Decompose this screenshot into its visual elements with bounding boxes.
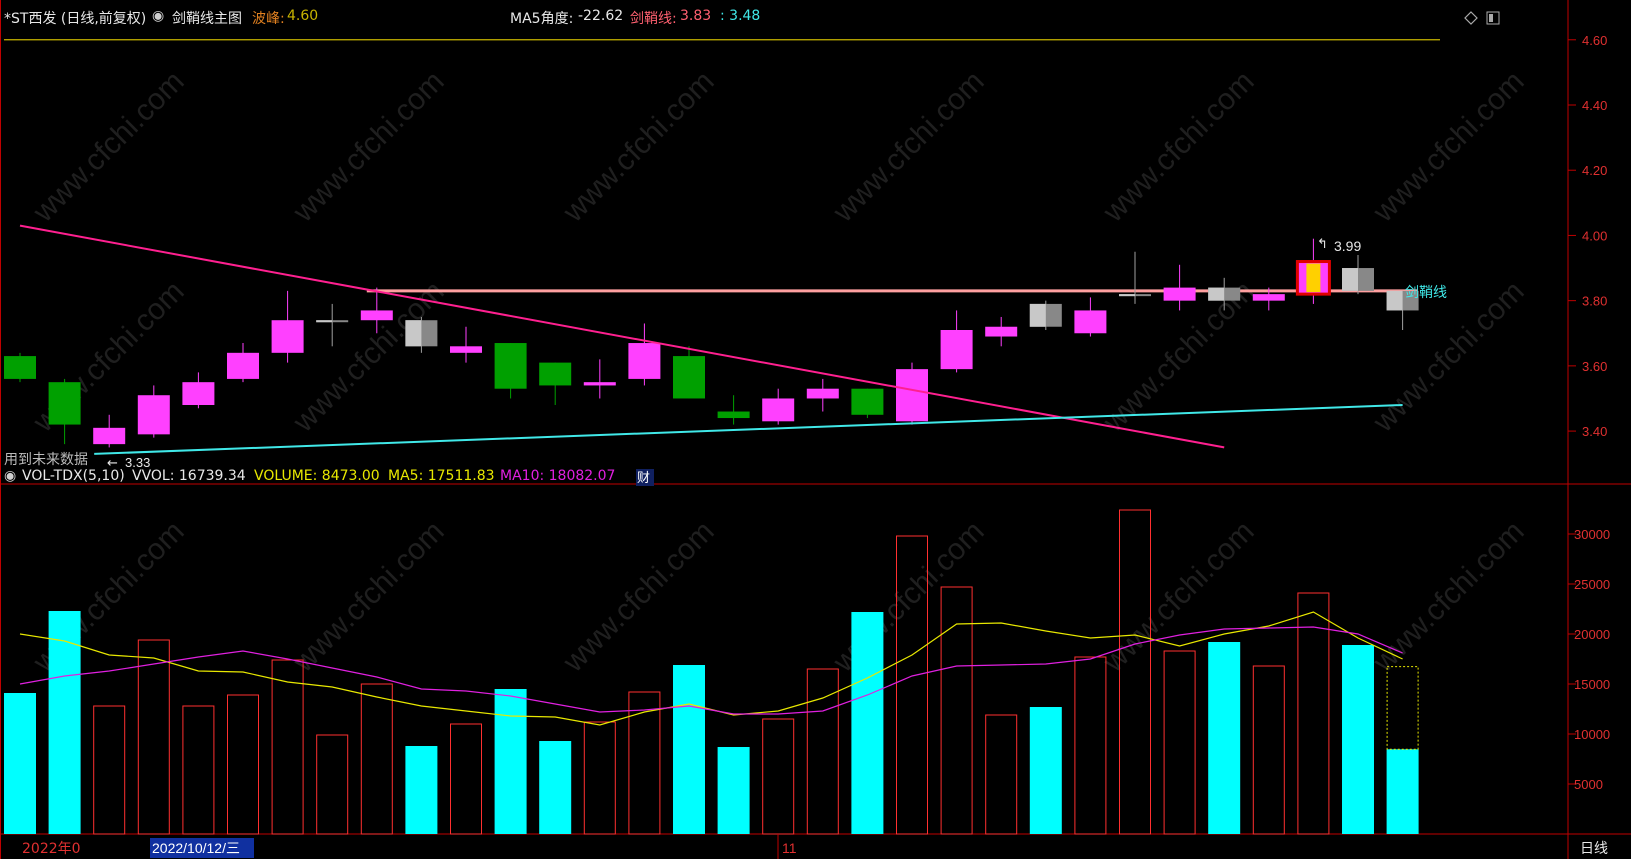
volume-bar (628, 691, 661, 835)
price-axis-label: 4.40 (1582, 98, 1607, 113)
volume-bar (1342, 645, 1374, 834)
volume-bar (494, 689, 527, 834)
price-axis-label: 3.80 (1582, 294, 1607, 309)
volume-bar (985, 714, 1018, 835)
candle-body (182, 382, 215, 405)
volume-bar (762, 718, 795, 835)
volume-bar (1252, 665, 1285, 835)
candle-highlight (1342, 268, 1358, 291)
volume-axis-label: 10000 (1574, 727, 1610, 742)
candle-highlight (1029, 303, 1046, 327)
candle-body (271, 320, 304, 353)
volume-bar (851, 612, 884, 834)
candle-body (1252, 294, 1285, 301)
candle-body (360, 310, 393, 321)
volume-bar (316, 734, 349, 835)
candle-body (450, 346, 482, 353)
downtrend-line (19, 224, 1225, 449)
volume-bar (539, 741, 572, 834)
candle-highlight (1386, 290, 1403, 311)
candle-body (93, 427, 126, 445)
candle-body (1163, 287, 1196, 301)
volume-bar (227, 694, 259, 835)
volume-bar (360, 683, 393, 835)
finance-marker[interactable]: 财 (637, 471, 650, 486)
volume-bar (1208, 642, 1241, 834)
candle-body (985, 326, 1018, 337)
candle-body (227, 352, 259, 379)
volume-bar (137, 639, 170, 835)
candle-highlight (1208, 287, 1225, 301)
price-axis: 4.60 4.40 4.20 4.00 3.80 3.60 3.40 30000 25000 20… (1568, 33, 1610, 792)
candle-body (137, 395, 170, 435)
period-button[interactable]: 日线 (1580, 841, 1608, 857)
price-panel[interactable] (4, 39, 1440, 455)
candle-body (539, 362, 572, 386)
volume-axis-label: 20000 (1574, 627, 1610, 642)
volume-axis-label: 30000 (1574, 527, 1610, 542)
candle-body (628, 343, 661, 379)
candle-highlight (1119, 294, 1135, 297)
candle-body (896, 369, 928, 422)
price-axis-label: 4.20 (1582, 163, 1607, 178)
stock-chart[interactable]: 4.60 4.40 4.20 4.00 3.80 3.60 3.40 30000 25000 20… (0, 0, 1631, 859)
volume-axis-label: 5000 (1574, 777, 1603, 792)
volume-bar (450, 723, 482, 835)
high-arrow-icon: ↰ (1317, 237, 1328, 252)
volume-bar (583, 721, 616, 835)
candle-body (583, 382, 616, 386)
price-axis-label: 4.60 (1582, 33, 1607, 48)
candle-body (4, 356, 36, 379)
price-axis-label: 4.00 (1582, 228, 1607, 243)
candle-body (851, 388, 884, 415)
volume-bar (1119, 509, 1151, 835)
candle-body (806, 388, 839, 399)
date-cursor-label[interactable]: 2022/10/12/三 (152, 840, 240, 856)
volume-bar (405, 746, 438, 834)
timeline-month-label: 11 (782, 840, 797, 856)
sword-line-label: 剑鞘线 (1405, 285, 1447, 301)
volume-bar (896, 535, 928, 835)
timeline-year-label: 2022年0 (22, 841, 81, 857)
peak-candle-highlight (1306, 263, 1321, 293)
volume-bar (93, 705, 126, 835)
volume-bar (1074, 656, 1107, 835)
low-marker-label: 3.33 (125, 455, 150, 470)
candle-body (48, 382, 81, 425)
candle-body (717, 411, 750, 419)
volume-axis-label: 15000 (1574, 677, 1610, 692)
volume-bar (1163, 650, 1196, 835)
volume-bar (1029, 707, 1062, 834)
high-marker-label: 3.99 (1334, 238, 1361, 254)
price-axis-label: 3.60 (1582, 359, 1607, 374)
volume-bar (673, 665, 705, 834)
candle-body (762, 398, 795, 422)
price-axis-label: 3.40 (1582, 424, 1607, 439)
volume-bar (271, 659, 304, 835)
candle-body (1074, 310, 1107, 334)
volume-forecast-outline (1386, 666, 1419, 750)
volume-axis-label: 25000 (1574, 577, 1610, 592)
low-arrow-icon: ← (107, 456, 118, 471)
volume-panel[interactable] (4, 509, 1419, 835)
candle-body (494, 343, 527, 389)
candle-highlight (316, 320, 333, 323)
future-data-note: 用到未来数据 (4, 452, 88, 468)
candle-body (673, 356, 705, 399)
volume-bar (1386, 749, 1419, 834)
candle-highlight (405, 320, 422, 347)
volume-bar (717, 747, 750, 834)
volume-bar (182, 705, 215, 835)
volume-bar (4, 693, 36, 834)
candle-body (940, 330, 973, 370)
